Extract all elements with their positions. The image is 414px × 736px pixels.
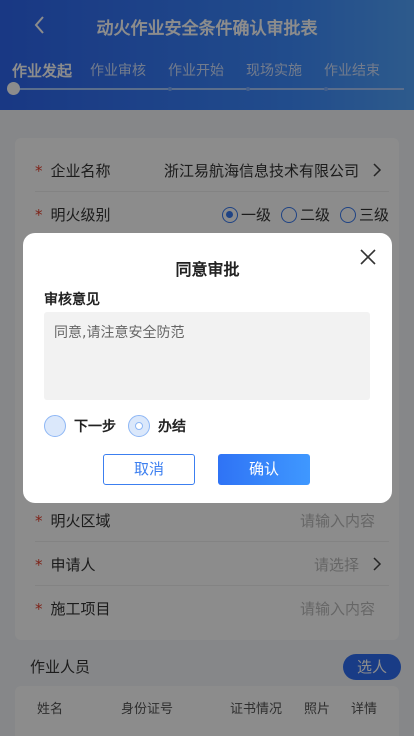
cancel-button[interactable]: 取消	[103, 454, 195, 485]
approve-dialog: 同意审批 审核意见 下一步 办结 取消 确认	[23, 233, 392, 503]
opinion-textarea[interactable]	[44, 312, 370, 400]
radio-selected-icon	[128, 415, 150, 437]
close-icon[interactable]	[358, 247, 378, 267]
confirm-button[interactable]: 确认	[218, 454, 310, 485]
option-next-step[interactable]: 下一步	[44, 415, 116, 437]
opinion-label: 审核意见	[44, 292, 100, 308]
dialog-title: 同意审批	[175, 260, 240, 279]
option-complete[interactable]: 办结	[128, 415, 186, 437]
next-action-radios: 下一步 办结	[44, 415, 186, 437]
radio-icon	[44, 415, 66, 437]
